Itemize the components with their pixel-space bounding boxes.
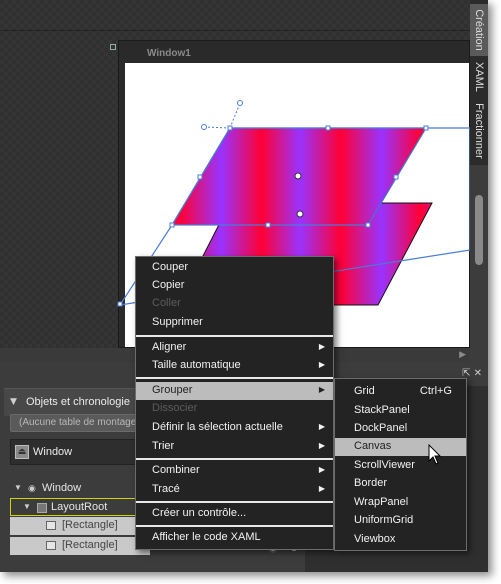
menu-item-copy[interactable]: Copier [136, 277, 333, 295]
tab-design[interactable]: Création [470, 4, 488, 56]
menu-item-delete[interactable]: Supprimer [136, 314, 333, 332]
submenu-item-wrappanel[interactable]: WrapPanel [335, 494, 466, 512]
skew-handle[interactable] [201, 124, 207, 130]
expand-triangle-icon[interactable]: ▼ [23, 502, 31, 511]
menu-separator [136, 525, 333, 527]
tree-item-label: [Rectangle] [62, 519, 118, 531]
scope-label: Window [33, 446, 73, 458]
rectangle-icon [46, 521, 56, 530]
submenu-item-uniformgrid[interactable]: UniformGrid [335, 512, 466, 530]
menu-separator [136, 458, 333, 460]
vertical-scroll-thumb[interactable] [475, 195, 483, 265]
mouse-pointer-icon [428, 444, 442, 465]
rotate-handle[interactable] [237, 100, 243, 106]
expand-triangle-icon[interactable]: ▼ [14, 483, 22, 492]
resize-handle-r[interactable] [393, 174, 399, 180]
tree-item-rectangle-2[interactable]: [Rectangle] [10, 537, 150, 555]
objects-panel-title: Objets et chronologie [26, 396, 130, 408]
view-mode-tabs: Création XAML Fractionner [470, 0, 488, 165]
menu-item-cut[interactable]: Couper [136, 259, 333, 277]
submenu-item-viewbox[interactable]: Viewbox [335, 531, 466, 549]
shortcut-label: Ctrl+G [419, 385, 452, 397]
menu-item-group[interactable]: Grouper ▶ [136, 382, 333, 400]
tree-item-label: Window [42, 482, 82, 494]
tab-xaml[interactable]: XAML [470, 58, 488, 96]
resize-handle-tl[interactable] [227, 125, 233, 131]
tree-item-label: LayoutRoot [51, 501, 108, 513]
menu-separator [136, 335, 333, 337]
resize-handle-br[interactable] [365, 222, 371, 228]
rectangle-icon [46, 541, 56, 550]
center-point[interactable] [294, 172, 302, 180]
collapse-triangle-icon[interactable]: ▼ [10, 397, 17, 407]
artboard-vertical-scrollbar[interactable] [470, 165, 488, 355]
submenu-item-canvas[interactable]: Canvas [335, 438, 466, 456]
scroll-right-arrow-icon[interactable]: ▶ [459, 350, 466, 360]
menu-item-set-selection[interactable]: Définir la sélection actuelle ▶ [136, 419, 333, 437]
submenu-arrow-icon: ▶ [318, 342, 325, 351]
menu-item-align[interactable]: Aligner ▶ [136, 339, 333, 357]
context-menu: Couper Copier Coller Supprimer Aligner ▶ … [135, 256, 334, 550]
submenu-item-border[interactable]: Border [335, 475, 466, 493]
submenu-item-scrollviewer[interactable]: ScrollViewer [335, 457, 466, 475]
resize-handle-t[interactable] [325, 125, 331, 131]
tree-item-rectangle-1[interactable]: [Rectangle] [10, 517, 150, 535]
storyboard-picker[interactable]: (Aucune table de montage) [10, 414, 150, 432]
tree-item-window[interactable]: ▼ ◉ Window [10, 480, 150, 498]
tree-item-layoutroot[interactable]: ▼ LayoutRoot [10, 498, 150, 516]
submenu-arrow-icon: ▶ [318, 385, 325, 394]
submenu-item-grid[interactable]: Grid Ctrl+G [335, 383, 466, 401]
resize-handle-b[interactable] [265, 222, 271, 228]
menu-separator [136, 501, 333, 503]
menu-separator [136, 377, 333, 379]
menu-item-paste: Coller [152, 297, 181, 309]
submenu-item-dockpanel[interactable]: DockPanel [335, 420, 466, 438]
menu-item-combine[interactable]: Combiner ▶ [136, 462, 333, 480]
menu-item-ungroup: Dissocier [152, 402, 198, 414]
scope-up-icon[interactable]: ⏏ [15, 445, 29, 459]
menu-item-order[interactable]: Trier ▶ [136, 438, 333, 456]
scope-selector[interactable]: ⏏ Window [10, 439, 150, 465]
menu-item-auto-size[interactable]: Taille automatique ▶ [136, 357, 333, 375]
submenu-arrow-icon: ▶ [318, 484, 325, 493]
rotate-handle-line [229, 102, 241, 129]
element-dot-icon: ◉ [28, 483, 36, 493]
menu-item-path[interactable]: Tracé ▶ [136, 481, 333, 499]
submenu-arrow-icon: ▶ [318, 465, 325, 474]
group-handle-bl[interactable] [117, 301, 123, 307]
tree-item-label: [Rectangle] [62, 539, 118, 551]
group-submenu: Grid Ctrl+G StackPanel DockPanel Canvas S… [334, 378, 467, 551]
submenu-arrow-icon: ▶ [318, 360, 325, 369]
submenu-item-stackpanel[interactable]: StackPanel [335, 402, 466, 420]
skew-handle-line [203, 126, 231, 129]
submenu-arrow-icon: ▶ [318, 422, 325, 431]
menu-item-view-xaml[interactable]: Afficher le code XAML [136, 529, 333, 547]
menu-item-make-control[interactable]: Créer un contrôle... [136, 505, 333, 523]
blend-designer-window: Window1 Création XAML Fractionner ▶ ⇱ ✕ … [0, 0, 488, 572]
resize-handle-bl[interactable] [169, 222, 175, 228]
resize-handle-l[interactable] [197, 174, 203, 180]
tab-split[interactable]: Fractionner [470, 100, 488, 162]
grid-icon [37, 503, 47, 513]
center-point-2[interactable] [296, 210, 304, 218]
resize-handle-tr[interactable] [423, 125, 429, 131]
submenu-arrow-icon: ▶ [318, 441, 325, 450]
